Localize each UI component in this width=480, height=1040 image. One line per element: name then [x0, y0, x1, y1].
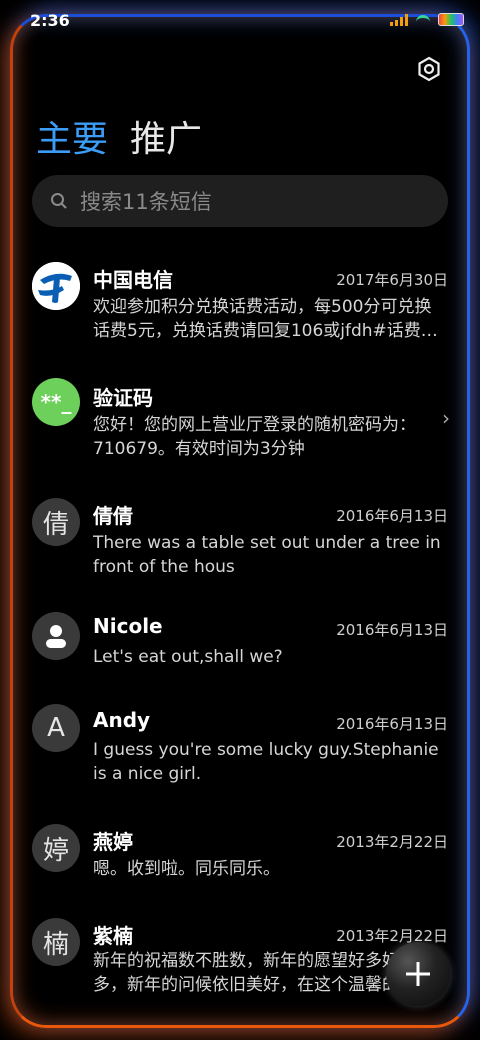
tab-promotions[interactable]: 推广 — [130, 110, 202, 162]
conversation-name: 紫楠 — [93, 924, 133, 948]
status-bar: 2:36 — [0, 0, 480, 40]
conversation-preview: 您好！您的网上营业厅登录的随机密码为：710679。有效时间为3分钟 — [93, 415, 416, 459]
conversation-preview: I guess you're some lucky guy.Stephanie … — [93, 740, 439, 784]
contact-avatar: 倩 — [32, 498, 80, 546]
conversation-name: 燕婷 — [93, 830, 133, 854]
contact-avatar: 婷 — [32, 824, 80, 872]
contact-avatar: 楠 — [32, 918, 80, 966]
conversation-date: 2016年6月13日 — [336, 715, 448, 733]
conversation-preview: 嗯。收到啦。同乐同乐。 — [93, 859, 280, 879]
battery-icon — [438, 13, 464, 26]
conversation-preview: There was a table set out under a tree i… — [93, 533, 441, 577]
chevron-right-icon[interactable]: › — [442, 406, 450, 430]
status-time: 2:36 — [30, 11, 70, 30]
verify-avatar: **_ — [32, 378, 80, 426]
telecom-logo-avatar — [32, 262, 80, 310]
contact-avatar: A — [32, 704, 80, 752]
search-icon — [51, 193, 67, 209]
conversation-date: 2017年6月30日 — [336, 271, 448, 289]
telecom-logo-icon — [32, 262, 80, 310]
conversation-date: 2013年2月22日 — [336, 833, 448, 851]
conversation-item[interactable]: 中国电信 2017年6月30日 欢迎参加积分兑换话费活动，每500分可兑换话费5… — [0, 250, 480, 360]
conversation-item[interactable]: Nicole 2016年6月13日 Let's eat out,shall we… — [0, 602, 480, 712]
status-icons — [390, 13, 464, 26]
conversation-date: 2016年6月13日 — [336, 507, 448, 525]
conversation-date: 2013年2月22日 — [336, 927, 448, 945]
settings-button[interactable] — [416, 56, 442, 82]
conversation-name: Andy — [93, 708, 151, 732]
conversation-preview: 欢迎参加积分兑换话费活动，每500分可兑换话费5元，兑换话费请回复106或jfd… — [93, 297, 438, 341]
search-placeholder: 搜索11条短信 — [80, 190, 212, 214]
signal-icon — [390, 13, 408, 26]
conversation-item[interactable]: 倩 倩倩 2016年6月13日 There was a table set ou… — [0, 486, 480, 596]
conversation-name: 验证码 — [93, 386, 153, 410]
person-icon — [46, 625, 66, 648]
contact-avatar — [32, 612, 80, 660]
conversation-item[interactable]: A Andy 2016年6月13日 I guess you're some lu… — [0, 698, 480, 808]
conversation-item[interactable]: **_ 验证码 您好！您的网上营业厅登录的随机密码为：710679。有效时间为3… — [0, 368, 480, 478]
search-bar[interactable]: 搜索11条短信 — [32, 175, 448, 227]
gear-icon — [418, 56, 440, 82]
tab-main[interactable]: 主要 — [36, 110, 108, 162]
wifi-icon — [416, 14, 430, 25]
conversation-date: 2016年6月13日 — [336, 621, 448, 639]
plus-icon — [406, 962, 430, 986]
new-message-button[interactable] — [386, 942, 450, 1006]
conversation-name: 中国电信 — [93, 268, 173, 292]
conversation-name: 倩倩 — [93, 504, 133, 528]
tab-bar: 主要 推广 — [36, 110, 202, 162]
conversation-preview: Let's eat out,shall we? — [93, 647, 283, 667]
conversation-preview: 新年的祝福数不胜数，新年的愿望好多好多，新年的问候依旧美好，在这个温馨的时刻 — [93, 951, 416, 995]
conversation-name: Nicole — [93, 614, 163, 638]
